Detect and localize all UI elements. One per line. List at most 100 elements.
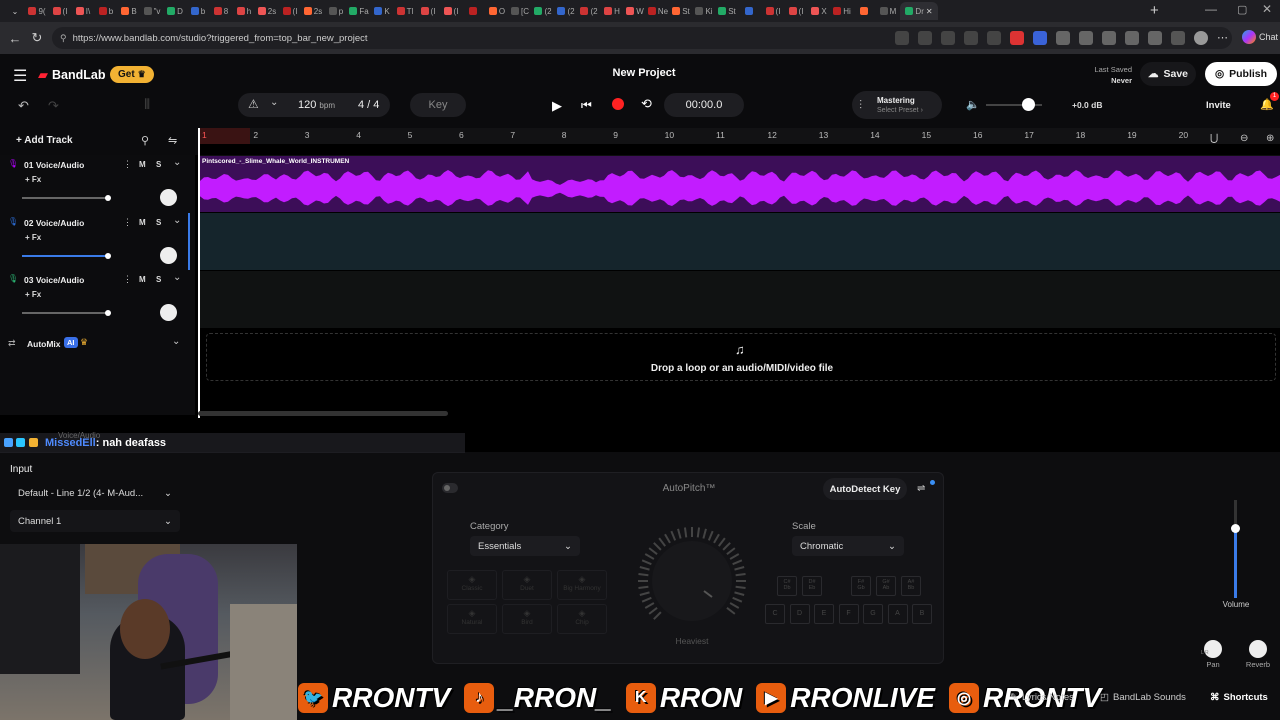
browser-tab[interactable]: (I	[49, 2, 71, 20]
browser-tab[interactable]: O	[486, 2, 508, 20]
autodetect-key-button[interactable]: AutoDetect Key	[823, 478, 907, 500]
browser-tab[interactable]: b	[187, 2, 209, 20]
extension-icon[interactable]	[895, 31, 909, 45]
sharp-key[interactable]: D# Eb	[802, 576, 822, 596]
browser-tab[interactable]: Hi	[831, 2, 853, 20]
track-name[interactable]: 03 Voice/Audio	[24, 275, 84, 285]
lane-3[interactable]	[198, 271, 1280, 328]
browser-tab[interactable]	[739, 2, 761, 20]
browser-tab[interactable]: M	[877, 2, 899, 20]
volume-fader[interactable]	[1231, 500, 1240, 598]
solo-button[interactable]: S	[156, 275, 161, 284]
extension-icon[interactable]	[941, 31, 955, 45]
add-fx-button[interactable]: + Fx	[25, 290, 41, 299]
browser-tab[interactable]	[463, 2, 485, 20]
new-tab-button[interactable]: +	[1150, 2, 1159, 19]
browser-tab[interactable]: D	[164, 2, 186, 20]
extension-icon[interactable]	[964, 31, 978, 45]
redo-icon[interactable]: ↷	[48, 98, 59, 114]
magnet-icon[interactable]: ⋃	[1210, 133, 1218, 144]
mastering-button[interactable]: ⫶ Mastering Select Preset ›	[852, 91, 942, 119]
lane-1[interactable]: Pintscored_-_Slime_Whale_World_INSTRUMEN	[198, 155, 1280, 212]
copilot-chat-button[interactable]: Chat	[1242, 30, 1278, 44]
metronome-icon[interactable]: ⚠	[248, 97, 259, 111]
key-button[interactable]: Key	[410, 93, 466, 117]
publish-button[interactable]: ◎ Publish	[1205, 62, 1277, 86]
bandlab-logo[interactable]: ▰ BandLab	[38, 67, 105, 83]
track-volume-handle[interactable]	[105, 252, 111, 259]
browser-tab[interactable]: (I	[417, 2, 439, 20]
add-fx-button[interactable]: + Fx	[25, 175, 41, 184]
browser-tab[interactable]: (2	[532, 2, 554, 20]
track-volume-slider[interactable]	[22, 195, 111, 201]
drop-zone[interactable]: ♫ Drop a loop or an audio/MIDI/video fil…	[206, 333, 1276, 381]
extension-icon[interactable]	[1148, 31, 1162, 45]
mute-button[interactable]: M	[139, 160, 146, 169]
chevron-down-icon[interactable]: ⌄	[173, 272, 181, 283]
track-header[interactable]: 🎙 03 Voice/Audio + Fx ⋮ M S ⌄	[0, 270, 190, 327]
add-track-button[interactable]: + Add Track	[16, 135, 73, 146]
mute-button[interactable]: M	[139, 218, 146, 227]
track-pan-knob[interactable]	[160, 304, 177, 321]
skip-back-icon[interactable]: ⏮	[581, 98, 592, 113]
browser-tab[interactable]: Ki	[693, 2, 715, 20]
scale-select[interactable]: Chromatic ⌄	[792, 536, 904, 556]
natural-key[interactable]: G	[863, 604, 883, 624]
reverb-knob[interactable]	[1249, 640, 1267, 658]
favorites-icon[interactable]	[1171, 31, 1185, 45]
browser-tab[interactable]: (I	[279, 2, 301, 20]
track-name[interactable]: 01 Voice/Audio	[24, 160, 84, 170]
undo-icon[interactable]: ↶	[18, 98, 29, 114]
mixer-icon[interactable]: ⦀	[144, 96, 150, 113]
autopitch-preset[interactable]: ◈ Big Harmony	[557, 570, 607, 600]
natural-key[interactable]: C	[765, 604, 785, 624]
reload-icon[interactable]: ↻	[26, 27, 48, 49]
track-pan-knob[interactable]	[160, 246, 177, 264]
horizontal-scrollbar[interactable]	[198, 411, 448, 416]
menu-dots-icon[interactable]: ⋯	[1217, 31, 1231, 45]
lane-2[interactable]	[198, 213, 1280, 270]
browser-tab[interactable]: H	[601, 2, 623, 20]
invite-button[interactable]: Invite	[1206, 100, 1231, 111]
mute-button[interactable]: M	[139, 275, 146, 284]
profile-avatar[interactable]	[1194, 31, 1208, 45]
heaviness-knob[interactable]	[636, 525, 748, 637]
browser-tab[interactable]: St	[716, 2, 738, 20]
browser-tab[interactable]: B	[118, 2, 140, 20]
track-header[interactable]: 🎙 01 Voice/Audio + Fx ⋮ M S ⌄	[0, 155, 190, 212]
browser-tab[interactable]: h	[233, 2, 255, 20]
master-volume-handle[interactable]	[1022, 98, 1035, 111]
track-menu-dots-icon[interactable]: ⋮	[123, 274, 132, 285]
chevron-down-icon[interactable]: ⌄	[173, 215, 181, 226]
get-membership-button[interactable]: Get ♛	[110, 66, 154, 83]
browser-tab[interactable]: "v	[141, 2, 163, 20]
autopitch-preset[interactable]: ◈ Natural	[447, 604, 497, 634]
track-pan-knob[interactable]	[160, 189, 177, 206]
track-header[interactable]: 🎙 02 Voice/Audio + Fx ⋮ M S ⌄	[0, 212, 190, 270]
input-device-select[interactable]: Default - Line 1/2 (4- M-Aud... ⌄	[10, 482, 180, 504]
browser-tab[interactable]: 9(	[26, 2, 48, 20]
browser-tab[interactable]: I\	[72, 2, 94, 20]
maximize-button[interactable]: ▢	[1237, 3, 1247, 16]
time-signature[interactable]: 4 / 4	[358, 99, 379, 111]
bookmark-star-icon[interactable]	[918, 31, 932, 45]
automix-row[interactable]: ⇄ AutoMix AI ♛ ⌄	[0, 330, 195, 357]
browser-tab[interactable]: W	[624, 2, 646, 20]
record-button[interactable]	[612, 98, 624, 110]
autopitch-preset[interactable]: ◈ Classic	[447, 570, 497, 600]
autopitch-preset[interactable]: ◈ Chip	[557, 604, 607, 634]
browser-tab[interactable]	[854, 2, 876, 20]
track-menu-dots-icon[interactable]: ⋮	[123, 159, 132, 170]
bandlab-sounds-button[interactable]: ◰ BandLab Sounds	[1100, 692, 1186, 703]
add-fx-button[interactable]: + Fx	[25, 233, 41, 242]
chevron-down-icon[interactable]: ⌄	[172, 336, 180, 347]
browser-tab[interactable]: Fa	[348, 2, 370, 20]
browser-tab[interactable]: St	[670, 2, 692, 20]
track-volume-slider[interactable]	[22, 310, 111, 316]
natural-key[interactable]: B	[912, 604, 932, 624]
category-select[interactable]: Essentials ⌄	[470, 536, 580, 556]
browser-tab[interactable]: Ne	[647, 2, 669, 20]
speaker-icon[interactable]: 🔈	[966, 98, 980, 111]
sharp-key[interactable]: G# Ab	[876, 576, 896, 596]
natural-key[interactable]: A	[887, 604, 908, 624]
